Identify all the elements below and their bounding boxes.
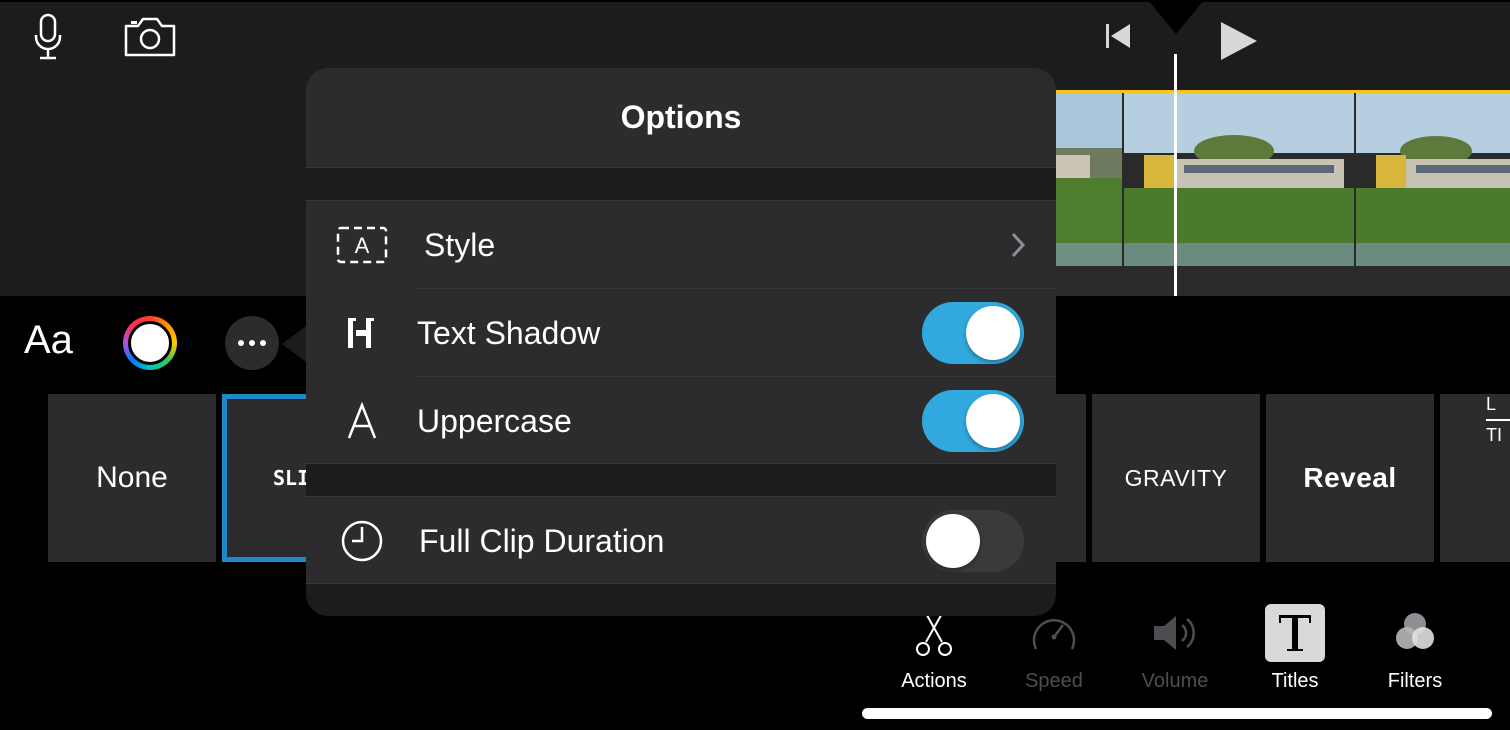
title-style-none[interactable]: None [48, 394, 216, 562]
title-style-label: None [96, 461, 168, 494]
microphone-button[interactable] [26, 12, 70, 62]
svg-text:A: A [355, 233, 370, 258]
play-button[interactable] [1210, 14, 1264, 68]
playhead-marker [1148, 0, 1204, 34]
title-style-reveal[interactable]: Reveal [1266, 394, 1434, 562]
options-group: Full Clip Duration [306, 496, 1056, 584]
uppercase-a-icon [347, 402, 377, 439]
video-clip-strip[interactable] [1040, 90, 1510, 266]
option-row-text-shadow: Text Shadow [306, 289, 1056, 377]
camera-button[interactable] [120, 12, 180, 62]
titles-tool[interactable]: Titles [1240, 604, 1350, 693]
uppercase-toggle[interactable] [922, 390, 1024, 452]
filters-tool[interactable]: Filters [1360, 604, 1470, 693]
timeline-track [1040, 266, 1510, 296]
speedometer-icon [1032, 619, 1076, 650]
microphone-icon [34, 13, 62, 60]
actions-label: Actions [901, 670, 967, 692]
text-shadow-toggle[interactable] [922, 302, 1024, 364]
volume-tool: Volume [1120, 604, 1230, 693]
home-indicator[interactable] [862, 708, 1492, 719]
option-row-uppercase: Uppercase [306, 377, 1056, 465]
option-label: Uppercase [417, 402, 572, 439]
title-style-label-2: TI [1486, 425, 1502, 445]
option-label: Style [424, 226, 496, 263]
title-style-label: Reveal [1303, 462, 1397, 493]
title-style-label: L [1486, 394, 1497, 414]
option-row-style[interactable]: A Style [306, 201, 1056, 289]
playhead-line[interactable] [1174, 54, 1177, 296]
option-row-full-clip-duration: Full Clip Duration [306, 497, 1056, 585]
title-style-rule [1486, 419, 1510, 421]
skip-to-start-button[interactable] [1098, 16, 1138, 56]
option-label: Full Clip Duration [419, 522, 665, 559]
style-frame-icon: A [336, 226, 388, 264]
speed-label: Speed [1025, 670, 1083, 692]
clip-thumbnail [1356, 93, 1510, 266]
ellipsis-icon[interactable] [225, 316, 279, 370]
font-button[interactable]: Aa [24, 318, 73, 363]
color-wheel-icon[interactable] [123, 316, 177, 370]
chevron-right-icon [1011, 232, 1026, 258]
title-style-label: GRAVITY [1124, 464, 1228, 491]
popover-arrow [282, 326, 306, 362]
camera-icon [124, 17, 176, 57]
skip-to-start-icon [1106, 24, 1130, 48]
title-style-label: SLI [273, 466, 310, 490]
full-clip-duration-toggle[interactable] [922, 510, 1024, 572]
titles-t-icon [1279, 615, 1311, 651]
filters-label: Filters [1387, 670, 1443, 692]
speed-tool: Speed [999, 604, 1109, 693]
actions-tool[interactable]: Actions [879, 604, 989, 693]
title-style-gravity[interactable]: GRAVITY [1092, 394, 1260, 562]
clock-icon [341, 520, 383, 562]
options-group: A Style Text Shadow Uppercase [306, 200, 1056, 464]
text-shadow-icon [348, 318, 374, 348]
speaker-icon [1154, 616, 1195, 650]
play-icon [1221, 22, 1257, 60]
title-style-partial[interactable]: L TI [1440, 394, 1510, 562]
volume-label: Volume [1141, 670, 1209, 692]
options-popover: Options A Style Text Shadow Uppercase Fu… [306, 68, 1056, 616]
popover-title: Options [306, 68, 1056, 168]
clip-thumbnail [1124, 93, 1354, 266]
top-divider [0, 0, 1510, 2]
filters-circles-icon [1396, 613, 1434, 649]
titles-label: Titles [1271, 670, 1319, 692]
option-label: Text Shadow [417, 314, 601, 351]
